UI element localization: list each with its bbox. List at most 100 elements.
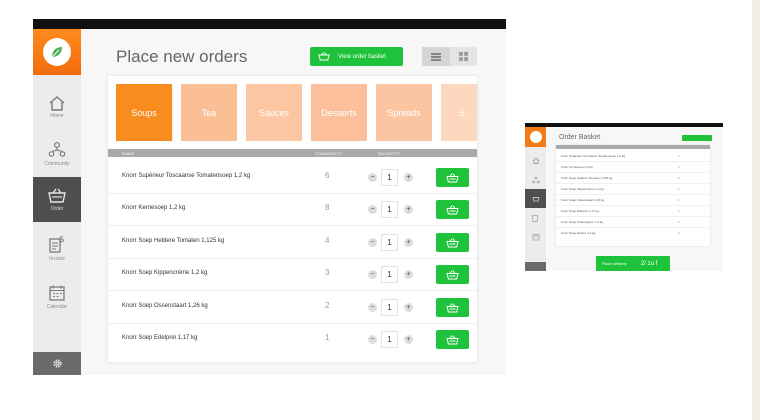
decrease-button[interactable]: − xyxy=(368,335,377,344)
app-logo[interactable] xyxy=(525,127,546,147)
add-to-basket-button[interactable] xyxy=(436,168,469,187)
basket-icon xyxy=(446,172,459,182)
add-to-basket-button[interactable] xyxy=(436,265,469,284)
product-amount: 6 xyxy=(325,171,330,180)
sidebar-item-home[interactable] xyxy=(525,151,546,170)
category-tile-partial[interactable]: S xyxy=(441,84,477,141)
sidebar-item-label: Home xyxy=(50,112,64,119)
place-delivery-extra: 2/ zu f xyxy=(640,260,658,267)
product-name: Knorr Supérieur Toscaanse Tomatensoep 1,… xyxy=(561,154,626,158)
sidebar-item-label: Order xyxy=(50,205,64,212)
product-name: Knorr Soep Kippencrème 1,2 kg xyxy=(122,270,208,276)
settings-button[interactable] xyxy=(525,262,546,271)
sidebar: Home Community Order $ Invoice Calendar xyxy=(33,29,81,375)
basket-icon xyxy=(446,204,459,214)
invoice-icon: $ xyxy=(49,235,65,253)
category-tile-soups[interactable]: Soups xyxy=(116,84,172,141)
sidebar-item-invoice[interactable]: $ Invoice xyxy=(33,225,81,270)
home-icon xyxy=(532,157,539,164)
gear-icon xyxy=(52,359,62,368)
view-basket-label: View order basket xyxy=(338,53,386,60)
list-icon xyxy=(430,52,441,61)
add-to-basket-button[interactable] xyxy=(436,233,469,252)
table-row: Knorr Supérieur Toscaanse Tomatensoep 1,… xyxy=(108,162,477,194)
add-to-basket-button[interactable] xyxy=(436,200,469,219)
quantity-input[interactable]: 1 xyxy=(381,331,398,348)
decrease-button[interactable]: − xyxy=(368,205,377,214)
calendar-icon xyxy=(532,233,539,240)
product-amount: 4 xyxy=(325,236,330,245)
product-name: Knorr Soep Ossenstaart 1,26 kg xyxy=(122,303,208,309)
product-name: Knorr Soep Heldere Tomaten 1,125 kg xyxy=(122,238,225,244)
add-to-basket-button[interactable] xyxy=(436,330,469,349)
decrease-button[interactable]: − xyxy=(368,173,377,182)
category-tile-spreads[interactable]: Spreads xyxy=(376,84,432,141)
sidebar-item-invoice[interactable] xyxy=(525,208,546,227)
product-quantity: 1 xyxy=(678,198,680,202)
add-to-basket-button[interactable] xyxy=(436,298,469,317)
table-row: Knorr Soep Heldere Tomaten 1,125 kg 2 xyxy=(556,173,710,184)
page-title: Place new orders xyxy=(116,47,248,66)
table-row: Knorr Kerriesoep 1,2 kg 1 xyxy=(556,162,710,173)
quantity-input[interactable]: 1 xyxy=(381,299,398,316)
app-logo[interactable] xyxy=(33,29,81,75)
sidebar-item-calendar[interactable] xyxy=(525,227,546,246)
column-header-quantity: QUANTITY xyxy=(378,151,401,156)
sidebar-item-community[interactable]: Community xyxy=(33,131,81,176)
product-name: Knorr Soep Edelprei 1,17 kg xyxy=(122,335,198,341)
basket-icon xyxy=(48,188,66,203)
grid-view-button[interactable] xyxy=(450,47,478,66)
product-amount: 1 xyxy=(325,333,330,342)
quantity-input[interactable]: 1 xyxy=(381,234,398,251)
svg-text:$: $ xyxy=(59,235,65,245)
table-row: Knorr Soep Edelprei 1,17 kg 1 − 1 + xyxy=(108,324,477,356)
place-delivery-button[interactable]: Place delivery 2/ zu f xyxy=(596,256,670,271)
increase-button[interactable]: + xyxy=(404,303,413,312)
category-tile-desserts[interactable]: Desserts xyxy=(311,84,367,141)
quantity-input[interactable]: 1 xyxy=(381,266,398,283)
decrease-button[interactable]: − xyxy=(368,238,377,247)
increase-button[interactable]: + xyxy=(404,238,413,247)
sidebar-item-order[interactable]: Order xyxy=(33,177,81,222)
category-tile-tea[interactable]: Tea xyxy=(181,84,237,141)
increase-button[interactable]: + xyxy=(404,270,413,279)
product-quantity: 2 xyxy=(678,176,680,180)
product-quantity: 1 xyxy=(678,154,680,158)
increase-button[interactable]: + xyxy=(404,205,413,214)
view-basket-button[interactable]: View order basket xyxy=(310,47,403,66)
settings-button[interactable] xyxy=(33,352,81,375)
sidebar-item-order[interactable] xyxy=(525,189,546,208)
category-tile-sauces[interactable]: Sauces xyxy=(246,84,302,141)
basket-action-button[interactable] xyxy=(682,135,712,141)
basket-icon xyxy=(532,197,539,202)
background-strip xyxy=(752,0,760,420)
sidebar xyxy=(525,127,546,271)
product-name: Knorr Soep Champignon 1,2 kg xyxy=(561,220,604,224)
product-quantity: 1 xyxy=(678,165,680,169)
table-row: Knorr Soep Ossenstaart 1,26 kg 2 − 1 + xyxy=(108,292,477,324)
quantity-input[interactable]: 1 xyxy=(381,169,398,186)
column-header-name: NAME xyxy=(122,151,135,156)
basket-icon xyxy=(446,302,459,312)
table-row: Knorr Soep Kippencrème 1,2 kg 1 xyxy=(556,184,710,195)
increase-button[interactable]: + xyxy=(404,335,413,344)
decrease-button[interactable]: − xyxy=(368,303,377,312)
sidebar-item-home[interactable]: Home xyxy=(33,84,81,129)
sidebar-item-calendar[interactable]: Calendar xyxy=(33,274,81,319)
list-view-button[interactable] xyxy=(422,47,450,66)
product-name: Knorr Kerriesoep 1,2 kg xyxy=(122,205,186,211)
product-name: Knorr Soep Edelprei 1,17 kg xyxy=(561,209,599,213)
increase-button[interactable]: + xyxy=(404,173,413,182)
quantity-input[interactable]: 1 xyxy=(381,201,398,218)
product-name: Knorr Supérieur Toscaanse Tomatensoep 1,… xyxy=(122,173,251,179)
product-quantity: 1 xyxy=(678,187,680,191)
order-panel: Soups Tea Sauces Desserts Spreads S NAME… xyxy=(108,76,477,362)
product-amount: 8 xyxy=(325,203,330,212)
decrease-button[interactable]: − xyxy=(368,270,377,279)
table-row: Knorr Soep Heldere Tomaten 1,125 kg 4 − … xyxy=(108,227,477,259)
calendar-icon xyxy=(49,285,65,301)
leaf-icon xyxy=(43,38,71,66)
basket-icon xyxy=(446,334,459,344)
product-name: Knorr Kerriesoep 1,2 kg xyxy=(561,165,593,169)
sidebar-item-community[interactable] xyxy=(525,170,546,189)
